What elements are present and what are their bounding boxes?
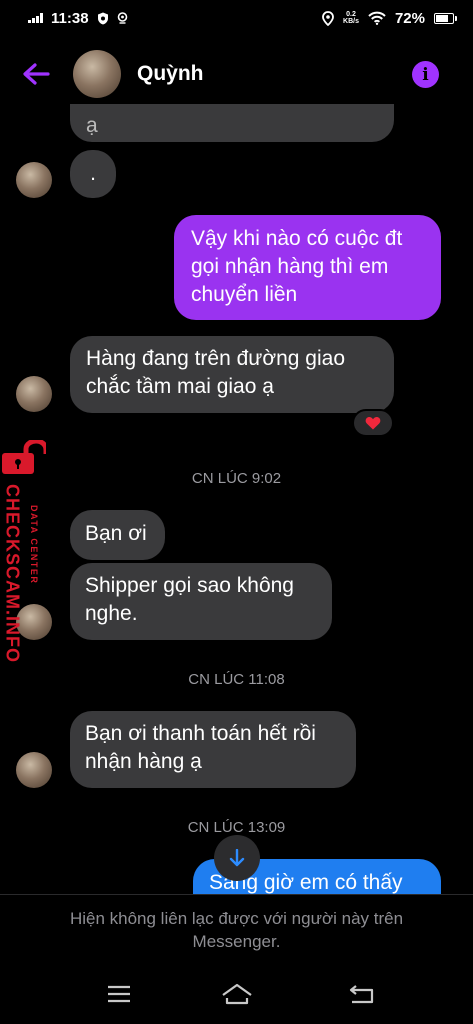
network-speed: 0.2 KB/s <box>343 11 359 25</box>
back-nav-button[interactable] <box>346 982 376 1006</box>
avatar[interactable] <box>16 162 52 198</box>
recent-apps-button[interactable] <box>104 982 134 1006</box>
location-icon <box>322 10 334 26</box>
battery-icon <box>434 12 457 24</box>
home-button[interactable] <box>221 982 253 1006</box>
message-text: Shipper gọi sao không nghe. <box>85 574 294 625</box>
wifi-icon <box>368 11 386 25</box>
return-icon <box>349 985 374 1004</box>
watermark: CHECKSCAM.INFO DATA CENTER <box>0 440 56 670</box>
timestamp: CN LÚC 9:02 <box>191 470 282 487</box>
message-bubble[interactable]: Hàng đang trên đường giao chắc tầm mai g… <box>70 336 394 413</box>
avatar[interactable] <box>16 376 52 412</box>
lock-icon <box>2 440 46 474</box>
info-button[interactable]: i <box>412 61 439 88</box>
conversation-header: Quỳnh i <box>0 44 473 104</box>
heart-icon <box>365 416 381 430</box>
notice-text: Hiện không liên lạc được với người này t… <box>69 908 404 951</box>
message-bubble[interactable]: Shipper gọi sao không nghe. <box>70 563 332 640</box>
message-text: Bạn ơi <box>85 522 147 545</box>
message-bubble[interactable]: Bạn ơi <box>70 510 165 560</box>
message-text: Bạn ơi thanh toán hết rồi nhận hàng ạ <box>85 722 316 773</box>
message-bubble-outgoing[interactable]: Vậy khi nào có cuộc đt gọi nhận hàng thì… <box>174 215 441 320</box>
timestamp: CN LÚC 11:08 <box>188 671 285 688</box>
message-bubble[interactable]: Bạn ơi thanh toán hết rồi nhận hàng ạ <box>70 711 356 788</box>
message-bubble[interactable]: . <box>70 150 116 198</box>
info-icon: i <box>422 64 429 85</box>
scroll-to-bottom-button[interactable] <box>214 835 260 881</box>
watermark-sub-text: DATA CENTER <box>29 505 39 585</box>
timestamp: CN LÚC 13:09 <box>187 819 286 836</box>
message-text: ạ <box>86 114 98 137</box>
arrow-down-icon <box>229 849 245 867</box>
message-text: . <box>90 162 96 185</box>
contact-name[interactable]: Quỳnh <box>137 62 204 86</box>
message-list[interactable]: ạ . Vậy khi nào có cuộc đt gọi nhận hàng… <box>0 104 473 894</box>
avatar[interactable] <box>16 752 52 788</box>
home-icon <box>222 983 252 1005</box>
message-text: Hàng đang trên đường giao chắc tầm mai g… <box>86 347 346 398</box>
signal-icon <box>28 13 43 23</box>
menu-icon <box>108 985 130 1003</box>
location-badge-icon <box>117 12 127 24</box>
contact-avatar[interactable] <box>73 50 121 98</box>
shield-icon <box>97 12 108 24</box>
battery-percent: 72% <box>394 9 425 27</box>
watermark-main-text: CHECKSCAM.INFO <box>2 483 23 663</box>
status-time: 11:38 <box>51 9 89 27</box>
status-bar: 11:38 0.2 KB/s 72% <box>0 0 473 36</box>
message-text: Vậy khi nào có cuộc đt gọi nhận hàng thì… <box>191 227 403 306</box>
system-nav-bar <box>0 964 473 1024</box>
message-bubble-partial[interactable]: ạ <box>70 104 394 142</box>
unavailable-notice: Hiện không liên lạc được với người này t… <box>0 894 473 964</box>
back-button[interactable] <box>20 58 52 90</box>
reaction-badge[interactable] <box>352 409 394 437</box>
back-arrow-icon <box>23 63 50 85</box>
